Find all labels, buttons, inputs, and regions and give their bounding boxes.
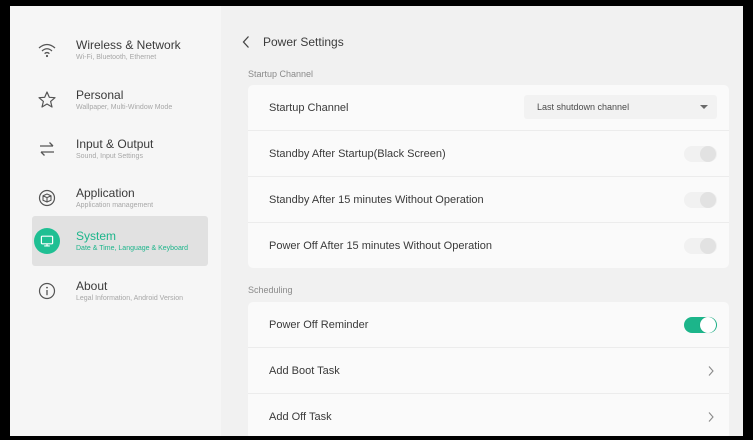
- sidebar-item-title: Application: [76, 185, 135, 200]
- star-icon: [36, 89, 58, 111]
- standby-15-toggle[interactable]: [684, 191, 717, 208]
- sidebar-item-about[interactable]: About Legal Information, Android Version: [32, 266, 208, 316]
- power-off-15-row[interactable]: Power Off After 15 minutes Without Opera…: [248, 222, 729, 268]
- sidebar-item-title: About: [76, 278, 108, 293]
- sidebar-item-subtitle: Wallpaper, Multi-Window Mode: [76, 103, 173, 111]
- power-off-reminder-toggle[interactable]: [684, 316, 717, 333]
- chevron-right-icon: [708, 365, 714, 376]
- startup-channel-row: Startup Channel Last shutdown channel: [248, 85, 729, 130]
- standby-after-startup-label: Standby After Startup(Black Screen): [269, 147, 446, 160]
- standby-15-row[interactable]: Standby After 15 minutes Without Operati…: [248, 176, 729, 222]
- standby-after-startup-toggle[interactable]: [684, 145, 717, 162]
- add-boot-task-label: Add Boot Task: [269, 364, 340, 377]
- sidebar-item-title: Personal: [76, 87, 124, 102]
- sidebar-item-title: Input & Output: [76, 136, 154, 151]
- sidebar-item-wireless-network[interactable]: Wireless & Network Wi-Fi, Bluetooth, Eth…: [32, 25, 208, 75]
- power-off-15-label: Power Off After 15 minutes Without Opera…: [269, 239, 492, 252]
- startup-channel-value: Last shutdown channel: [537, 102, 630, 112]
- page-title: Power Settings: [263, 35, 344, 49]
- sidebar-item-subtitle: Date & Time, Language & Keyboard: [76, 244, 189, 252]
- toggle-knob: [700, 237, 716, 254]
- power-off-15-toggle[interactable]: [684, 237, 717, 254]
- sidebar-item-title: System: [76, 228, 117, 243]
- toggle-knob: [700, 145, 716, 162]
- section-label-scheduling: Scheduling: [248, 285, 293, 295]
- sidebar-item-subtitle: Wi-Fi, Bluetooth, Ethernet: [76, 53, 157, 61]
- startup-channel-label: Startup Channel: [269, 101, 349, 114]
- chevron-right-icon: [708, 411, 714, 422]
- sidebar-item-title: Wireless & Network: [76, 37, 181, 52]
- chevron-left-icon: [242, 36, 249, 48]
- cube-icon: [36, 187, 58, 209]
- standby-15-label: Standby After 15 minutes Without Operati…: [269, 193, 484, 206]
- monitor-icon: [34, 228, 60, 254]
- sidebar-item-subtitle: Legal Information, Android Version: [76, 294, 184, 302]
- sidebar-item-personal[interactable]: Personal Wallpaper, Multi-Window Mode: [32, 75, 208, 125]
- toggle-knob: [700, 316, 716, 333]
- caret-down-icon: [700, 105, 708, 109]
- startup-card: Startup Channel Last shutdown channel St…: [248, 85, 729, 268]
- sidebar: Wireless & Network Wi-Fi, Bluetooth, Eth…: [10, 6, 221, 436]
- section-label-startup: Startup Channel: [248, 69, 314, 79]
- standby-after-startup-row[interactable]: Standby After Startup(Black Screen): [248, 130, 729, 176]
- scheduling-card: Power Off Reminder Add Boot Task Add Off…: [248, 302, 729, 436]
- page-header: Power Settings: [241, 31, 344, 53]
- sidebar-item-subtitle: Application management: [76, 201, 154, 209]
- toggle-knob: [700, 191, 716, 208]
- sidebar-item-subtitle: Sound, Input Settings: [76, 152, 143, 160]
- settings-window: Wireless & Network Wi-Fi, Bluetooth, Eth…: [10, 6, 743, 436]
- swap-arrows-icon: [36, 138, 58, 160]
- main-panel: Power Settings Startup Channel Startup C…: [221, 6, 743, 436]
- add-boot-task-row[interactable]: Add Boot Task: [248, 347, 729, 393]
- sidebar-item-system[interactable]: System Date & Time, Language & Keyboard: [32, 216, 208, 266]
- power-off-reminder-row[interactable]: Power Off Reminder: [248, 302, 729, 347]
- add-off-task-row[interactable]: Add Off Task: [248, 393, 729, 436]
- wifi-icon: [36, 39, 58, 61]
- sidebar-item-input-output[interactable]: Input & Output Sound, Input Settings: [32, 124, 208, 174]
- info-icon: [36, 280, 58, 302]
- back-button[interactable]: [241, 31, 259, 53]
- startup-channel-select[interactable]: Last shutdown channel: [524, 95, 717, 119]
- add-off-task-label: Add Off Task: [269, 410, 332, 423]
- power-off-reminder-label: Power Off Reminder: [269, 318, 369, 331]
